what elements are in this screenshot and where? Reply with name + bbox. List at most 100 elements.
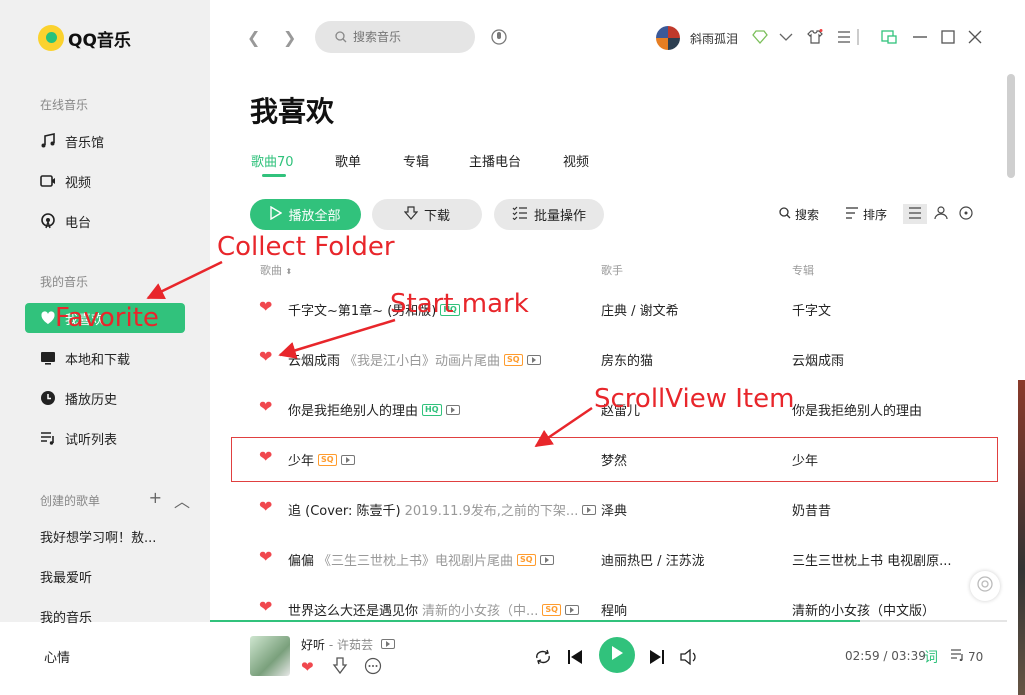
mv-icon[interactable] bbox=[582, 504, 597, 515]
song-album[interactable]: 奶昔昔 bbox=[792, 500, 831, 519]
skin-shirt-icon[interactable] bbox=[806, 28, 824, 46]
page-title: 我喜欢 bbox=[250, 95, 335, 128]
mv-icon[interactable] bbox=[564, 604, 579, 615]
playlist-item[interactable]: 我好想学习啊！敖... bbox=[40, 527, 156, 546]
list-view-toggle[interactable] bbox=[903, 204, 927, 224]
sidebar-item-label: 本地和下载 bbox=[65, 352, 131, 368]
tab-videos[interactable]: 视频 bbox=[563, 151, 589, 170]
liked-heart-icon[interactable]: ❤ bbox=[259, 399, 272, 415]
song-album[interactable]: 三生三世枕上书 电视剧原... bbox=[792, 550, 952, 569]
sidebar-item-radio[interactable]: 电台 bbox=[25, 206, 185, 236]
column-header-song[interactable]: 歌曲 ⬍ bbox=[260, 262, 292, 278]
song-row[interactable]: ❤ 云烟成雨 《我是江小白》动画片尾曲 SQ 房东的猫 云烟成雨 bbox=[232, 335, 998, 380]
song-album[interactable]: 云烟成雨 bbox=[792, 350, 844, 369]
playlist-icon bbox=[39, 429, 57, 447]
progress-bar[interactable] bbox=[210, 620, 1007, 622]
play-pause-button[interactable] bbox=[599, 637, 635, 673]
song-artist[interactable]: 程响 bbox=[601, 600, 627, 618]
minimize-icon[interactable] bbox=[911, 28, 929, 46]
next-track-icon[interactable] bbox=[649, 649, 665, 665]
song-artist[interactable]: 房东的猫 bbox=[601, 350, 653, 369]
album-cover[interactable] bbox=[250, 636, 290, 676]
vip-diamond-icon[interactable] bbox=[751, 28, 769, 46]
locate-current-button[interactable] bbox=[970, 571, 1000, 601]
song-cell: 追 (Cover: 陈壹千) 2019.11.9发布,之前的下架... bbox=[288, 500, 597, 519]
add-playlist-icon[interactable]: + bbox=[149, 488, 162, 512]
download-icon[interactable] bbox=[332, 657, 348, 679]
song-album[interactable]: 你是我拒绝别人的理由 bbox=[792, 400, 922, 419]
mini-mode-icon[interactable] bbox=[880, 28, 898, 46]
search-box[interactable] bbox=[315, 21, 475, 53]
album-view-toggle[interactable] bbox=[959, 206, 973, 223]
scrollbar-thumb[interactable] bbox=[1007, 74, 1015, 178]
column-header-artist[interactable]: 歌手 bbox=[601, 262, 623, 278]
volume-icon[interactable] bbox=[680, 649, 698, 665]
liked-heart-icon[interactable]: ❤ bbox=[259, 499, 272, 515]
tab-songs[interactable]: 歌曲70 bbox=[251, 151, 294, 170]
song-artist[interactable]: 庄典 / 谢文希 bbox=[601, 300, 679, 319]
tab-radio[interactable]: 主播电台 bbox=[469, 151, 521, 170]
divider bbox=[857, 29, 859, 45]
liked-heart-icon[interactable]: ❤ bbox=[259, 599, 272, 615]
now-playing[interactable]: 好听 - 许茹芸 bbox=[301, 636, 395, 653]
mv-icon[interactable] bbox=[539, 554, 554, 565]
sidebar-item-local-download[interactable]: 本地和下载 bbox=[25, 343, 185, 373]
search-input[interactable] bbox=[353, 30, 453, 44]
mv-icon[interactable] bbox=[380, 639, 395, 649]
list-search-button[interactable]: 搜索 bbox=[779, 206, 819, 223]
avatar[interactable] bbox=[656, 26, 680, 50]
sidebar-item-history[interactable]: 播放历史 bbox=[25, 383, 185, 413]
song-row[interactable]: ❤ 追 (Cover: 陈壹千) 2019.11.9发布,之前的下架... 泽典 奶昔昔 bbox=[232, 485, 998, 530]
song-row[interactable]: ❤ 世界这么大还是遇见你 清新的小女孩（中... SQ 程响 清新的小女孩（中文版） bbox=[232, 585, 998, 619]
maximize-icon[interactable] bbox=[939, 28, 957, 46]
previous-track-icon[interactable] bbox=[567, 649, 583, 665]
sidebar-item-music-hall[interactable]: 音乐馆 bbox=[25, 126, 185, 156]
artist-view-toggle[interactable] bbox=[934, 206, 948, 223]
tab-playlists[interactable]: 歌单 bbox=[335, 151, 361, 170]
batch-operation-button[interactable]: 批量操作 bbox=[494, 199, 604, 230]
song-row[interactable]: ❤ 千字文~第1章~ (男和版) HQ 庄典 / 谢文希 千字文 bbox=[232, 285, 998, 330]
queue-count: 70 bbox=[968, 649, 984, 664]
like-heart-icon[interactable]: ❤ bbox=[301, 658, 314, 676]
radio-icon bbox=[39, 212, 57, 230]
download-button[interactable]: 下载 bbox=[372, 199, 482, 230]
song-row[interactable]: ❤ 偏偏 《三生三世枕上书》电视剧片尾曲 SQ 迪丽热巴 / 汪苏泷 三生三世枕上书 电视… bbox=[232, 535, 998, 580]
liked-heart-icon[interactable]: ❤ bbox=[259, 549, 272, 565]
sidebar-item-trial-list[interactable]: 试听列表 bbox=[25, 423, 185, 453]
list-view-icon bbox=[908, 206, 922, 222]
liked-heart-icon[interactable]: ❤ bbox=[259, 349, 272, 365]
play-queue-button[interactable]: 70 bbox=[950, 649, 983, 664]
playlist-item[interactable]: 心情 bbox=[44, 647, 70, 666]
sort-arrows-icon: ⬍ bbox=[285, 267, 293, 276]
batch-label: 批量操作 bbox=[533, 209, 586, 224]
back-arrow-icon[interactable]: ❮ bbox=[247, 28, 260, 47]
playlist-item[interactable]: 我最爱听 bbox=[40, 567, 92, 586]
song-album[interactable]: 千字文 bbox=[792, 300, 831, 319]
playlist-item[interactable]: 我的音乐 bbox=[40, 607, 92, 626]
close-icon[interactable] bbox=[966, 28, 984, 46]
liked-heart-icon[interactable]: ❤ bbox=[259, 299, 272, 315]
loop-mode-icon[interactable] bbox=[534, 649, 552, 665]
collapse-chevron-icon[interactable]: ︿ bbox=[174, 488, 190, 512]
voice-search-icon[interactable] bbox=[491, 28, 507, 50]
lyrics-button[interactable]: 词 bbox=[924, 647, 938, 667]
song-album[interactable]: 清新的小女孩（中文版） bbox=[792, 600, 935, 618]
more-icon[interactable] bbox=[364, 657, 382, 679]
chevron-down-icon[interactable] bbox=[777, 28, 795, 46]
mv-icon[interactable] bbox=[526, 354, 541, 365]
download-icon bbox=[403, 205, 419, 224]
sidebar-item-video[interactable]: 视频 bbox=[25, 166, 185, 196]
song-artist[interactable]: 迪丽热巴 / 汪苏泷 bbox=[601, 550, 705, 569]
app-logo[interactable]: QQ音乐 bbox=[38, 25, 131, 51]
song-artist[interactable]: 泽典 bbox=[601, 500, 627, 519]
forward-arrow-icon[interactable]: ❯ bbox=[283, 28, 296, 47]
mv-icon[interactable] bbox=[445, 404, 460, 415]
play-all-button[interactable]: 播放全部 bbox=[250, 199, 361, 230]
tab-albums[interactable]: 专辑 bbox=[403, 151, 429, 170]
username[interactable]: 斜雨孤泪 bbox=[690, 30, 738, 47]
sidebar-item-label: 试听列表 bbox=[65, 432, 118, 448]
sort-button[interactable]: 排序 bbox=[845, 206, 887, 223]
menu-icon[interactable] bbox=[835, 28, 853, 46]
column-header-album[interactable]: 专辑 bbox=[792, 262, 814, 278]
song-note: 清新的小女孩（中... bbox=[422, 604, 539, 618]
